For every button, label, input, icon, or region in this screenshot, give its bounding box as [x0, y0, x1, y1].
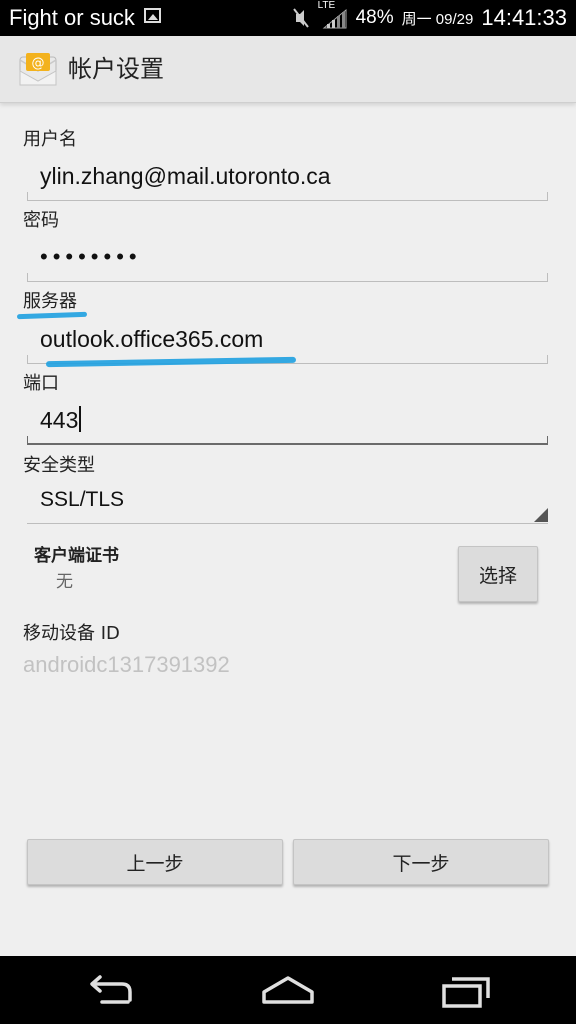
device-id-label: 移动设备 ID: [23, 623, 120, 644]
mute-icon: [292, 8, 309, 28]
text-cursor: [79, 406, 82, 432]
navigation-bar: [0, 956, 576, 1024]
port-label: 端口: [23, 373, 59, 394]
client-cert-label: 客户端证书: [34, 546, 119, 566]
battery-percent: 48%: [355, 7, 394, 28]
notification-text: Fight or suck: [9, 5, 135, 30]
username-label: 用户名: [23, 129, 77, 150]
security-underline: [27, 523, 548, 524]
choose-certificate-button[interactable]: 选择: [458, 546, 538, 602]
recents-icon[interactable]: [426, 966, 506, 1014]
password-field[interactable]: ••••••••: [27, 238, 548, 282]
svg-text:@: @: [32, 56, 45, 71]
server-value: outlook.office365.com: [40, 326, 264, 352]
device-id-value: androidc1317391392: [23, 652, 230, 677]
client-cert-value: 无: [56, 572, 73, 592]
username-value: ylin.zhang@mail.utoronto.ca: [40, 163, 331, 189]
back-icon[interactable]: [72, 966, 152, 1014]
port-underline: [27, 436, 548, 445]
security-type-label: 安全类型: [23, 455, 95, 476]
email-icon: @: [19, 53, 57, 86]
image-notification-icon: [144, 8, 161, 23]
security-type-spinner[interactable]: SSL/TLS: [27, 481, 548, 524]
next-button[interactable]: 下一步: [293, 839, 549, 885]
username-underline: [27, 192, 548, 201]
clock: 14:41:33: [481, 5, 567, 30]
status-icons: LTE 48% 周一 09/29 14:41:33: [292, 0, 567, 32]
port-value: 443: [40, 407, 79, 433]
server-label: 服务器: [23, 291, 77, 312]
page-title: 帐户设置: [68, 55, 164, 83]
username-field[interactable]: ylin.zhang@mail.utoronto.ca: [27, 157, 548, 201]
password-value: ••••••••: [40, 244, 142, 269]
password-label: 密码: [23, 210, 59, 231]
dropdown-arrow-icon: [534, 508, 548, 522]
home-icon[interactable]: [248, 966, 328, 1014]
server-label-highlight: [16, 311, 88, 320]
previous-button[interactable]: 上一步: [27, 839, 283, 885]
port-value-wrap: 443: [40, 405, 82, 435]
signal-icon: LTE: [318, 0, 348, 30]
port-field[interactable]: 443: [27, 401, 548, 445]
action-bar: @ 帐户设置: [0, 36, 576, 103]
password-underline: [27, 273, 548, 282]
status-bar: Fight or suck LTE 48% 周一 09/29 14:41:33: [0, 0, 576, 36]
security-type-value: SSL/TLS: [40, 488, 125, 511]
date-text: 周一 09/29: [401, 10, 474, 28]
